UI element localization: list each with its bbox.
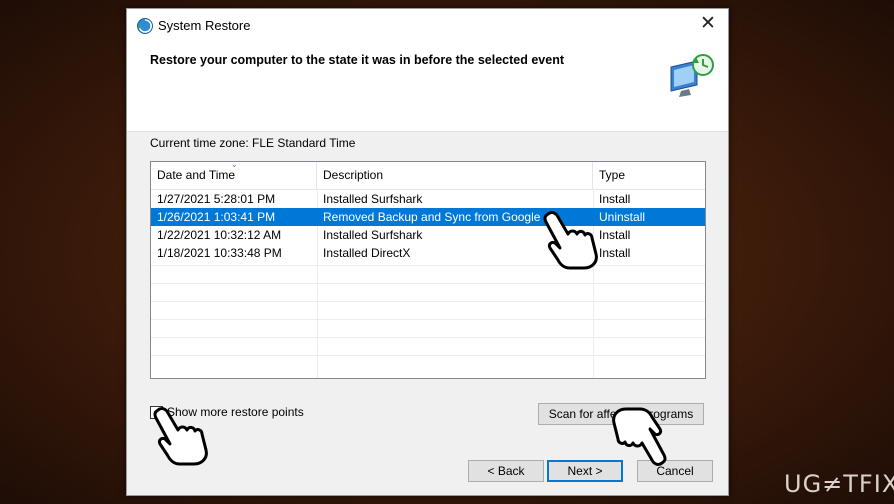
grid-line: [151, 355, 705, 356]
close-button[interactable]: ✕: [688, 9, 728, 41]
row-type: Install: [599, 192, 631, 206]
row-type: Install: [599, 228, 631, 242]
column-header-type[interactable]: Type: [593, 162, 705, 189]
column-header-description[interactable]: Description: [317, 162, 593, 189]
table-row[interactable]: 1/27/2021 5:28:01 PM Installed Surfshark…: [151, 190, 705, 208]
table-row-selected[interactable]: 1/26/2021 1:03:41 PM Removed Backup and …: [151, 208, 705, 226]
system-restore-icon: [137, 18, 153, 34]
grid-line: [151, 283, 705, 284]
pointer-hand-icon: [543, 211, 598, 270]
table-row[interactable]: 1/22/2021 10:32:12 AM Installed Surfshar…: [151, 226, 705, 244]
column-header-description-label: Description: [323, 168, 384, 182]
column-header-type-label: Type: [599, 168, 626, 182]
pointer-hand-icon: [612, 407, 667, 466]
window-title: System Restore: [158, 18, 251, 33]
row-date: 1/26/2021 1:03:41 PM: [157, 210, 276, 224]
title-bar: System Restore ✕: [127, 9, 728, 41]
row-type: Uninstall: [599, 210, 646, 224]
close-icon[interactable]: ✕: [700, 13, 716, 34]
row-date: 1/27/2021 5:28:01 PM: [157, 192, 276, 206]
grid-line: [151, 319, 705, 320]
page-heading: Restore your computer to the state it wa…: [150, 53, 564, 67]
row-date: 1/18/2021 10:33:48 PM: [157, 246, 282, 260]
table-row[interactable]: 1/18/2021 10:33:48 PM Installed DirectX …: [151, 244, 705, 262]
timezone-label: Current time zone: FLE Standard Time: [150, 136, 356, 150]
restore-monitor-icon: [670, 54, 714, 97]
list-header: Date and Time ⌄ Description Type: [151, 162, 705, 190]
sort-indicator-icon: ⌄: [231, 161, 238, 169]
restore-points-list[interactable]: Date and Time ⌄ Description Type 1/27/20…: [150, 161, 706, 379]
row-type: Install: [599, 246, 631, 260]
back-button[interactable]: < Back: [468, 460, 544, 482]
row-date: 1/22/2021 10:32:12 AM: [157, 228, 282, 242]
column-header-date[interactable]: Date and Time ⌄: [151, 162, 317, 189]
column-header-date-label: Date and Time: [157, 168, 236, 182]
grid-line: [151, 265, 705, 266]
grid-line: [151, 301, 705, 302]
pointer-hand-icon: [153, 407, 208, 466]
grid-line: [151, 337, 705, 338]
row-description: Installed Surfshark: [323, 192, 423, 206]
dialog-header: Restore your computer to the state it wa…: [127, 41, 728, 132]
ugetfix-watermark: UG≠TFIX: [784, 470, 894, 498]
